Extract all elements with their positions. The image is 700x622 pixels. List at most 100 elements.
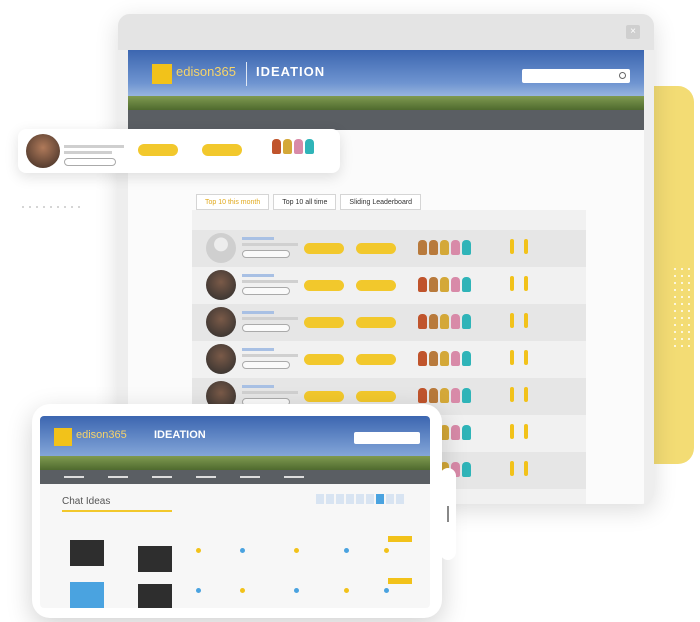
page-title: Chat Ideas: [62, 496, 111, 507]
page-button[interactable]: [346, 494, 354, 504]
table-row[interactable]: [192, 267, 586, 304]
table-row[interactable]: [192, 230, 586, 267]
badge-icon: [451, 240, 460, 255]
tab-top-10-all-time[interactable]: Top 10 all time: [273, 194, 337, 210]
decorative-dot: [695, 317, 697, 319]
follow-button[interactable]: [64, 158, 116, 166]
badge-icon: [440, 351, 449, 366]
main-nav: [128, 110, 644, 130]
badge-icon: [429, 240, 438, 255]
badge-icon: [283, 139, 292, 154]
decorative-dot: [688, 338, 690, 340]
rank-indicators: [510, 461, 528, 476]
avatar: [206, 307, 236, 337]
status-dot: [240, 588, 245, 593]
decorative-dot: [688, 268, 690, 270]
exclamation-icon: [510, 350, 514, 365]
table-row[interactable]: [192, 341, 586, 378]
table-row[interactable]: [192, 304, 586, 341]
decorative-dot: [674, 345, 676, 347]
decorative-dot: [64, 206, 66, 208]
nav-item[interactable]: [284, 476, 304, 478]
points-badge: [138, 144, 178, 156]
badge-icon: [462, 351, 471, 366]
badge-icon: [462, 462, 471, 477]
page-button[interactable]: [316, 494, 324, 504]
decorative-dot: [78, 206, 80, 208]
badge-icon: [418, 388, 427, 403]
decorative-dot: [681, 338, 683, 340]
follow-button[interactable]: [242, 250, 290, 258]
decorative-dot: [688, 345, 690, 347]
page-button[interactable]: [326, 494, 334, 504]
nav-item[interactable]: [196, 476, 216, 478]
nav-item[interactable]: [64, 476, 84, 478]
decorative-dot: [681, 345, 683, 347]
user-name[interactable]: [242, 348, 274, 351]
edison-logo-icon: [152, 64, 172, 84]
achievement-badges: [418, 388, 471, 403]
user-name[interactable]: [242, 311, 274, 314]
follow-button[interactable]: [242, 361, 290, 369]
ideas-badge: [356, 317, 396, 328]
nav-item[interactable]: [240, 476, 260, 478]
user-title: [242, 391, 298, 394]
decorative-dots: [674, 268, 697, 347]
badge-icon: [429, 351, 438, 366]
decorative-dot: [674, 324, 676, 326]
page-button[interactable]: [386, 494, 394, 504]
badge-icon: [451, 388, 460, 403]
mobile-screen: edison365 IDEATION Chat Ideas: [40, 416, 430, 608]
exclamation-icon: [510, 313, 514, 328]
tab-sliding-leaderboard[interactable]: Sliding Leaderboard: [340, 194, 422, 210]
decorative-dot: [674, 282, 676, 284]
page-button[interactable]: [366, 494, 374, 504]
search-input[interactable]: [354, 432, 420, 444]
exclamation-icon: [524, 239, 528, 254]
user-name[interactable]: [242, 274, 274, 277]
follow-button[interactable]: [242, 324, 290, 332]
tab-top-10-this-month[interactable]: Top 10 this month: [196, 194, 270, 210]
follow-button[interactable]: [242, 287, 290, 295]
ideas-badge: [356, 354, 396, 365]
exclamation-icon: [524, 313, 528, 328]
page-button[interactable]: [356, 494, 364, 504]
badge-icon: [462, 425, 471, 440]
decorative-dot: [695, 296, 697, 298]
achievement-badges: [272, 139, 314, 154]
user-name[interactable]: [242, 385, 274, 388]
edison-logo-icon: [54, 428, 72, 446]
decorative-dot: [674, 338, 676, 340]
status-dot: [294, 588, 299, 593]
user-title: [242, 354, 298, 357]
decorative-dot: [688, 331, 690, 333]
decorative-dot: [695, 331, 697, 333]
exclamation-icon: [524, 387, 528, 402]
exclamation-icon: [510, 387, 514, 402]
page-button[interactable]: [376, 494, 384, 504]
user-name[interactable]: [242, 237, 274, 240]
decorative-dot: [22, 206, 24, 208]
points-badge: [304, 354, 344, 365]
idea-thumbnail: [70, 582, 104, 608]
nav-item[interactable]: [152, 476, 172, 478]
decorative-dot: [674, 275, 676, 277]
nav-item[interactable]: [108, 476, 128, 478]
avatar: [206, 233, 236, 263]
decorative-dot: [674, 289, 676, 291]
banner-grass: [128, 96, 644, 110]
decorative-dot: [674, 268, 676, 270]
decorative-dot: [681, 324, 683, 326]
badge-icon: [462, 277, 471, 292]
avatar: [26, 134, 60, 168]
page-button[interactable]: [336, 494, 344, 504]
exclamation-icon: [524, 350, 528, 365]
ideas-badge: [356, 391, 396, 402]
rank-indicators: [510, 387, 528, 402]
page-button[interactable]: [396, 494, 404, 504]
badge-icon: [272, 139, 281, 154]
badge-icon: [418, 240, 427, 255]
search-input[interactable]: [522, 69, 630, 83]
status-dot: [384, 588, 389, 593]
close-button[interactable]: ×: [626, 25, 640, 39]
